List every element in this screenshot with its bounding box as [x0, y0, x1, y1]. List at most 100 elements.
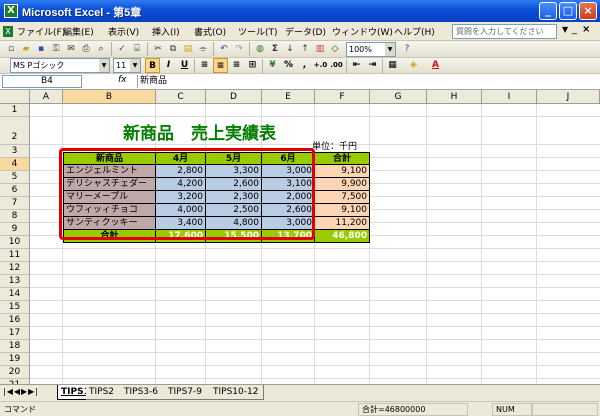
row-header-2[interactable]: 2: [0, 117, 30, 145]
row-header-8[interactable]: 8: [0, 210, 30, 223]
fill-color-icon[interactable]: ◈: [406, 58, 421, 73]
column-header-j[interactable]: J: [537, 90, 600, 104]
excel-app-icon[interactable]: X: [4, 4, 18, 18]
name-box[interactable]: B4: [2, 75, 82, 88]
row-header-17[interactable]: 17: [0, 327, 30, 340]
row-header-18[interactable]: 18: [0, 340, 30, 353]
document-icon[interactable]: X: [3, 26, 13, 37]
email-icon[interactable]: ✉: [64, 42, 78, 56]
total-cell[interactable]: 46,800: [315, 230, 370, 243]
increase-decimal-icon[interactable]: +.0: [313, 58, 328, 73]
help-dropdown-icon[interactable]: ▼: [562, 25, 568, 34]
chart-wizard-icon[interactable]: ▥: [313, 42, 327, 56]
row-header-12[interactable]: 12: [0, 262, 30, 275]
column-header-e[interactable]: E: [262, 90, 315, 104]
align-center-icon[interactable]: ≡: [213, 58, 228, 73]
row-header-1[interactable]: 1: [0, 104, 30, 117]
tab-tips2[interactable]: TIPS2: [86, 385, 122, 400]
undo-icon[interactable]: ↶: [217, 42, 231, 56]
tab-tips7-9[interactable]: TIPS7-9: [165, 385, 211, 400]
menu-data[interactable]: データ(D): [285, 25, 326, 38]
help-icon[interactable]: ?: [400, 42, 414, 56]
align-left-icon[interactable]: ≡: [197, 58, 212, 73]
row-header-20[interactable]: 20: [0, 366, 30, 379]
menu-window[interactable]: ウィンドウ(W): [332, 25, 393, 38]
help-search-input[interactable]: 質問を入力してください: [452, 24, 557, 39]
tab-scroll-arrows-icon[interactable]: |◀◀▶▶|: [3, 387, 39, 396]
row-header-6[interactable]: 6: [0, 184, 30, 197]
tab-tips1[interactable]: TIPS1: [57, 385, 90, 400]
select-all-corner[interactable]: [0, 90, 30, 104]
maximize-button[interactable]: □: [559, 2, 577, 20]
percent-button[interactable]: %: [281, 58, 296, 73]
row-header-14[interactable]: 14: [0, 288, 30, 301]
column-header-g[interactable]: G: [370, 90, 427, 104]
doc-close-icon[interactable]: ×: [582, 24, 590, 35]
print-preview-icon[interactable]: ⌕: [94, 42, 108, 56]
row-header-15[interactable]: 15: [0, 301, 30, 314]
hyperlink-icon[interactable]: ◍: [253, 42, 267, 56]
column-header-i[interactable]: I: [482, 90, 537, 104]
font-color-icon[interactable]: A: [428, 58, 443, 73]
doc-minimize-icon[interactable]: _: [572, 24, 577, 35]
redo-icon[interactable]: ↷: [232, 42, 246, 56]
copy-icon[interactable]: ⧉: [166, 42, 180, 56]
insert-function-button[interactable]: fx: [118, 75, 127, 85]
menu-file[interactable]: ファイル(F): [17, 25, 65, 38]
comma-button[interactable]: ,: [297, 58, 312, 73]
row-header-7[interactable]: 7: [0, 197, 30, 210]
table-cell[interactable]: 11,200: [315, 217, 370, 230]
italic-button[interactable]: I: [161, 58, 176, 73]
worksheet-grid[interactable]: ABCDEFGHIJ 1 2 3 4 5 6 7 8 9 10 11 12 13 14 15 16 17 18 19…: [0, 90, 600, 384]
decrease-indent-icon[interactable]: ⇤: [349, 58, 364, 73]
bold-button[interactable]: B: [145, 58, 160, 73]
chevron-down-icon[interactable]: ▼: [385, 43, 395, 56]
row-header-16[interactable]: 16: [0, 314, 30, 327]
row-header-13[interactable]: 13: [0, 275, 30, 288]
menu-tools[interactable]: ツール(T): [238, 25, 278, 38]
column-header-h[interactable]: H: [427, 90, 482, 104]
new-file-icon[interactable]: ▫: [4, 42, 18, 56]
merge-center-icon[interactable]: ⊞: [245, 58, 260, 73]
row-header-3[interactable]: 3: [0, 145, 30, 158]
cut-icon[interactable]: ✂: [151, 42, 165, 56]
column-header-d[interactable]: D: [206, 90, 262, 104]
tab-tips3-6[interactable]: TIPS3-6: [121, 385, 166, 400]
open-file-icon[interactable]: ▰: [19, 42, 33, 56]
autosum-icon[interactable]: Σ: [268, 42, 282, 56]
chevron-down-icon[interactable]: ▼: [130, 59, 140, 72]
menu-insert[interactable]: 挿入(I): [152, 25, 180, 38]
menu-format[interactable]: 書式(O): [194, 25, 226, 38]
minimize-button[interactable]: _: [539, 2, 557, 20]
table-cell[interactable]: 9,100: [315, 204, 370, 217]
zoom-select[interactable]: 100% ▼: [346, 42, 396, 57]
column-header-f[interactable]: F: [315, 90, 370, 104]
table-cell[interactable]: 9,100: [315, 165, 370, 178]
research-icon[interactable]: ⌸: [130, 42, 144, 56]
formula-input[interactable]: 新商品: [137, 75, 600, 88]
chevron-down-icon[interactable]: ▼: [99, 59, 109, 72]
table-header-cell[interactable]: 合計: [315, 152, 370, 165]
menu-edit[interactable]: 編集(E): [63, 25, 94, 38]
save-icon[interactable]: ▪: [34, 42, 48, 56]
sort-ascending-icon[interactable]: ↓: [283, 42, 297, 56]
row-header-5[interactable]: 5: [0, 171, 30, 184]
menu-view[interactable]: 表示(V): [108, 25, 139, 38]
menu-help[interactable]: ヘルプ(H): [394, 25, 435, 38]
paste-icon[interactable]: ▤: [181, 42, 195, 56]
spelling-icon[interactable]: ✓: [115, 42, 129, 56]
align-right-icon[interactable]: ≡: [229, 58, 244, 73]
sort-descending-icon[interactable]: ↑: [298, 42, 312, 56]
borders-icon[interactable]: ▦: [385, 58, 400, 73]
row-header-4[interactable]: 4: [0, 158, 30, 171]
row-header-10[interactable]: 10: [0, 236, 30, 249]
column-header-c[interactable]: C: [156, 90, 206, 104]
print-icon[interactable]: ⎙: [79, 42, 93, 56]
tab-tips10-12[interactable]: TIPS10-12: [210, 385, 264, 400]
close-button[interactable]: ×: [579, 2, 597, 20]
currency-icon[interactable]: ¥: [265, 58, 280, 73]
table-cell[interactable]: 9,900: [315, 178, 370, 191]
permission-icon[interactable]: ⚿: [49, 42, 63, 56]
format-painter-icon[interactable]: ⌯: [196, 42, 210, 56]
underline-button[interactable]: U: [177, 58, 192, 73]
